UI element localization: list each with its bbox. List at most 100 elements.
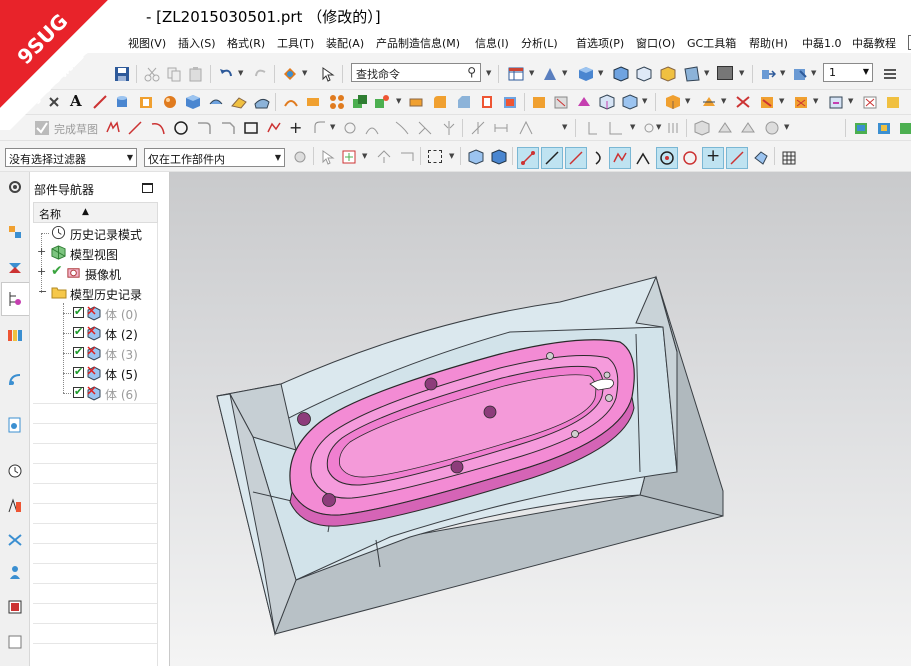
palette-icon[interactable] [7,634,23,650]
quick-extend-icon[interactable] [394,120,410,136]
surface-icon[interactable] [254,94,270,110]
reuse-library-icon[interactable] [7,327,23,343]
subtract-icon[interactable] [374,94,390,110]
repeat-command-icon[interactable] [282,66,298,82]
mold-tool-icon[interactable] [665,94,681,110]
table-icon[interactable] [508,66,524,82]
tree-node-model-views[interactable]: + 模型视图 [33,243,158,263]
select-solid-icon[interactable] [468,149,484,165]
molding-icon[interactable] [853,120,869,136]
snap-endpoint-icon[interactable] [520,150,536,166]
snap-quadrant-icon[interactable] [659,150,675,166]
pattern-icon[interactable] [329,94,345,110]
menu-pmi[interactable]: 产品制造信息(M) [376,35,460,51]
menu-tools[interactable]: 工具(T) [277,35,314,51]
background-color-icon[interactable] [717,66,733,80]
wrap-geometry-icon[interactable] [759,94,775,110]
arc-icon[interactable] [150,120,166,136]
settings-gear-icon[interactable] [7,179,23,195]
tree-node-history-mode[interactable]: 历史记录模式 [33,223,158,243]
shell-icon[interactable] [502,94,518,110]
dimension-icon[interactable] [493,120,509,136]
revolve-icon[interactable] [208,94,224,110]
feature-body-5[interactable]: ✔ 体 (5) [33,363,158,383]
checkbox-checked[interactable]: ✔ [73,365,84,378]
unite-icon[interactable] [352,94,368,110]
face-rule-icon[interactable] [399,149,415,165]
datum-axis-icon[interactable] [92,94,108,110]
menu-zhonglei-tutorial[interactable]: 中磊教程 [852,35,896,51]
selection-filter-select[interactable]: 没有选择过滤器 ▼ [5,148,137,167]
sketch-style-icon[interactable] [694,120,710,136]
feature-body-0[interactable]: ✔ 体 (0) [33,303,158,323]
system-scenes-icon[interactable] [7,599,23,615]
sew-icon[interactable] [793,94,809,110]
maximize-icon[interactable] [142,183,153,193]
menu-window[interactable]: 窗口(O) [636,35,675,51]
web-browser-icon[interactable] [7,417,23,433]
snap-icon[interactable] [376,149,392,165]
update-model-icon[interactable] [717,120,733,136]
layer-settings-icon[interactable] [792,66,808,82]
checkbox-checked[interactable]: ✔ [73,325,84,338]
menu-info[interactable]: 信息(I) [475,35,509,51]
menu-view[interactable]: 视图(V) [128,35,166,51]
rectangle-icon[interactable] [243,120,259,136]
paste-icon[interactable] [188,66,204,82]
reference-icon[interactable] [585,120,601,136]
snap-bounded-grid-icon[interactable] [753,150,769,166]
undo-icon[interactable] [218,66,234,82]
display-constraints-icon[interactable] [608,120,624,136]
curve-rule-icon[interactable] [341,149,357,165]
snap-existing-point-icon[interactable] [682,150,698,166]
feature-body-3[interactable]: ✔ 体 (3) [33,343,158,363]
chamfer-icon[interactable] [456,94,472,110]
model-3d-view[interactable] [170,172,911,666]
menu-insert[interactable]: 插入(S) [178,35,216,51]
process-studio-icon[interactable] [7,498,23,514]
text-icon[interactable]: A [70,92,82,110]
redo-icon[interactable] [253,66,269,82]
graphics-window[interactable] [170,172,911,666]
split-body-icon[interactable] [701,94,717,110]
checkbox-checked[interactable]: ✔ [73,345,84,358]
move-object-icon[interactable] [542,66,558,82]
tree-node-model-history[interactable]: − 模型历史记录 [33,283,158,303]
patch-icon[interactable] [828,94,844,110]
alternate-solution-icon[interactable] [666,120,682,136]
history-icon[interactable] [7,463,23,479]
delete-face-icon[interactable] [553,94,569,110]
offset-face-icon[interactable] [408,94,424,110]
geometric-constraint-icon[interactable] [470,120,486,136]
auto-constrain-icon[interactable] [518,120,534,136]
move-face-icon[interactable] [576,94,592,110]
offset-curve-icon[interactable] [312,120,328,136]
select-body-icon[interactable] [491,149,507,165]
tree-node-cameras[interactable]: + ✔ 摄像机 [33,263,158,283]
sphere-icon[interactable] [162,94,178,110]
point-icon[interactable] [46,94,62,110]
part-navigator-icon[interactable] [7,291,23,307]
line-icon[interactable] [127,120,143,136]
mirror-curve-icon[interactable] [441,120,457,136]
constraint-navigator-icon[interactable] [7,259,23,275]
snap-point-on-curve-icon[interactable]: + [706,146,720,166]
menu-zhonglei[interactable]: 中磊1.0 [802,35,842,51]
polygon-icon[interactable] [266,120,282,136]
snap-intersection-icon[interactable] [592,150,608,166]
close-gap-icon[interactable] [862,94,878,110]
collapse-icon[interactable]: − [38,285,47,298]
expand-icon[interactable]: + [37,245,46,258]
grid-icon[interactable] [781,150,797,166]
snap-midpoint-icon[interactable] [544,150,560,166]
assembly-select-icon[interactable] [292,149,308,165]
feature-body-2[interactable]: ✔ 体 (2) [33,323,158,343]
extrude-icon[interactable] [185,94,201,110]
chamfer-sketch-icon[interactable] [220,120,236,136]
roles-icon[interactable] [7,564,23,580]
thicken-icon[interactable] [305,94,321,110]
checkbox-checked[interactable]: ✔ [73,305,84,318]
fillet-icon[interactable] [196,120,212,136]
finish-sketch-icon[interactable] [34,120,50,136]
snap-arc-center-icon[interactable] [612,150,628,166]
